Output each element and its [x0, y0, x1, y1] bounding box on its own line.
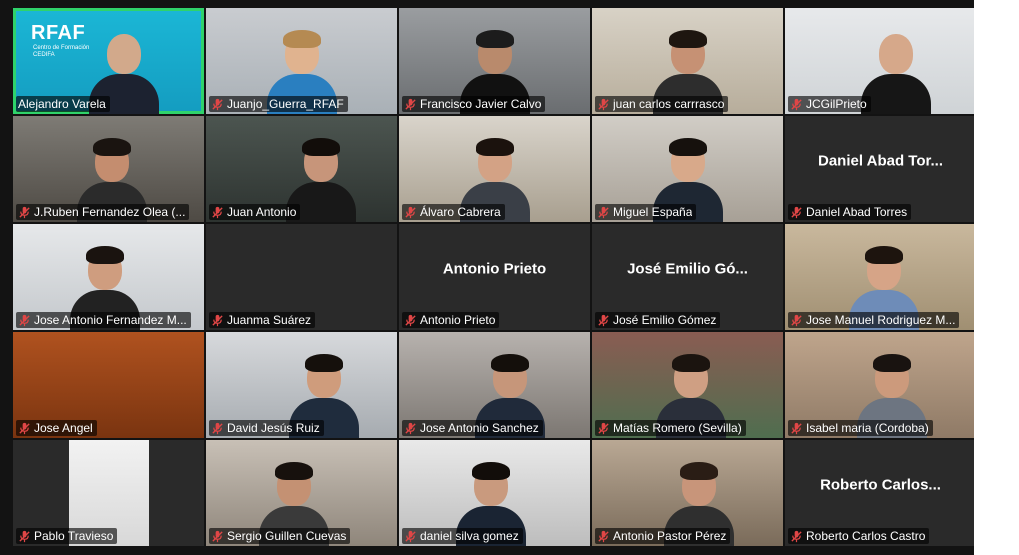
participant-name-label: Juanma Suárez	[209, 312, 316, 328]
participant-name-label: Antonio Pastor Pérez	[595, 528, 731, 544]
mic-off-icon	[19, 314, 30, 326]
participant-tile[interactable]: Miguel España	[592, 116, 783, 222]
participant-tile[interactable]: Jose Antonio Sanchez	[399, 332, 590, 438]
side-panel-edge	[974, 0, 1019, 555]
participant-tile[interactable]: RFAF Centro de Formación CEDIFA Alejandr…	[13, 8, 204, 114]
mic-off-icon	[212, 422, 223, 434]
participant-name-label: David Jesús Ruiz	[209, 420, 324, 436]
participant-name-label: Juan Antonio	[209, 204, 301, 220]
participant-display-name: Daniel Abad Tor...	[817, 152, 944, 170]
participant-tile[interactable]: Sergio Guillen Cuevas	[206, 440, 397, 546]
participant-tile[interactable]: Roberto Carlos... Roberto Carlos Castro	[785, 440, 976, 546]
participant-display-name: Antonio Prieto	[442, 260, 547, 278]
participant-video	[860, 26, 931, 114]
participant-name-label: Sergio Guillen Cuevas	[209, 528, 351, 544]
participant-tile[interactable]: Juanma Suárez	[206, 224, 397, 330]
participant-name-label: Jose Antonio Sanchez	[402, 420, 543, 436]
mic-off-icon	[598, 206, 609, 218]
participant-grid: RFAF Centro de Formación CEDIFA Alejandr…	[13, 8, 976, 546]
mic-off-icon	[405, 530, 416, 542]
participant-tile[interactable]: José Emilio Gó... José Emilio Gómez	[592, 224, 783, 330]
participant-tile[interactable]: Daniel Abad Tor... Daniel Abad Torres	[785, 116, 976, 222]
participant-display-name: José Emilio Gó...	[627, 260, 748, 278]
mic-off-icon	[405, 314, 416, 326]
participant-name-label: juan carlos carrrasco	[595, 96, 729, 112]
participant-name-label: Álvaro Cabrera	[402, 204, 505, 220]
mic-off-icon	[405, 98, 416, 110]
mic-off-icon	[598, 422, 609, 434]
participant-tile[interactable]: Matías Romero (Sevilla)	[592, 332, 783, 438]
mic-off-icon	[212, 98, 223, 110]
participant-name-label: JCGilPrieto	[788, 96, 871, 112]
participant-tile[interactable]: Francisco Javier Calvo	[399, 8, 590, 114]
participant-tile[interactable]: J.Ruben Fernandez Olea (...	[13, 116, 204, 222]
participant-name-label: Pablo Travieso	[16, 528, 118, 544]
participant-tile[interactable]: Pablo Travieso	[13, 440, 204, 546]
participant-name-label: Jose Angel	[16, 420, 97, 436]
participant-name-label: Juanjo_Guerra_RFAF	[209, 96, 348, 112]
mic-off-icon	[19, 530, 30, 542]
mic-off-icon	[19, 206, 30, 218]
mic-off-icon	[598, 98, 609, 110]
mic-off-icon	[791, 422, 802, 434]
participant-tile[interactable]: daniel silva gomez	[399, 440, 590, 546]
participant-tile[interactable]: Juanjo_Guerra_RFAF	[206, 8, 397, 114]
mic-off-icon	[791, 314, 802, 326]
mic-off-icon	[19, 422, 30, 434]
participant-name-label: Isabel maria (Cordoba)	[788, 420, 933, 436]
participant-name-label: José Emilio Gómez	[595, 312, 721, 328]
mic-off-icon	[791, 206, 802, 218]
mic-off-icon	[212, 314, 223, 326]
participant-name-label: Antonio Prieto	[402, 312, 500, 328]
participant-name-label: Jose Manuel Rodriguez M...	[788, 312, 960, 328]
participant-tile[interactable]: Isabel maria (Cordoba)	[785, 332, 976, 438]
participant-tile[interactable]: Jose Antonio Fernandez M...	[13, 224, 204, 330]
mic-off-icon	[791, 98, 802, 110]
mic-off-icon	[405, 206, 416, 218]
participant-tile[interactable]: Antonio Prieto Antonio Prieto	[399, 224, 590, 330]
participant-name-label: J.Ruben Fernandez Olea (...	[16, 204, 190, 220]
rfaf-logo: RFAF Centro de Formación CEDIFA	[31, 22, 90, 58]
participant-display-name: Roberto Carlos...	[820, 476, 941, 494]
participant-tile[interactable]: David Jesús Ruiz	[206, 332, 397, 438]
participant-tile[interactable]: Jose Angel	[13, 332, 204, 438]
participant-tile[interactable]: Antonio Pastor Pérez	[592, 440, 783, 546]
mic-off-icon	[791, 530, 802, 542]
participant-name-label: Miguel España	[595, 204, 697, 220]
participant-name-label: Daniel Abad Torres	[788, 204, 912, 220]
mic-off-icon	[405, 422, 416, 434]
participant-name-label: Roberto Carlos Castro	[788, 528, 930, 544]
mic-off-icon	[212, 530, 223, 542]
participant-name-label: daniel silva gomez	[402, 528, 523, 544]
participant-tile[interactable]: JCGilPrieto	[785, 8, 976, 114]
participant-tile[interactable]: Jose Manuel Rodriguez M...	[785, 224, 976, 330]
participant-name-label: Matías Romero (Sevilla)	[595, 420, 746, 436]
mic-off-icon	[598, 530, 609, 542]
participant-name-label: Jose Antonio Fernandez M...	[16, 312, 191, 328]
mic-off-icon	[212, 206, 223, 218]
participant-name-label: Francisco Javier Calvo	[402, 96, 546, 112]
participant-tile[interactable]: juan carlos carrrasco	[592, 8, 783, 114]
participant-tile[interactable]: Juan Antonio	[206, 116, 397, 222]
participant-tile[interactable]: Álvaro Cabrera	[399, 116, 590, 222]
mic-off-icon	[598, 314, 609, 326]
participant-name-label: Alejandro Varela	[16, 96, 110, 112]
